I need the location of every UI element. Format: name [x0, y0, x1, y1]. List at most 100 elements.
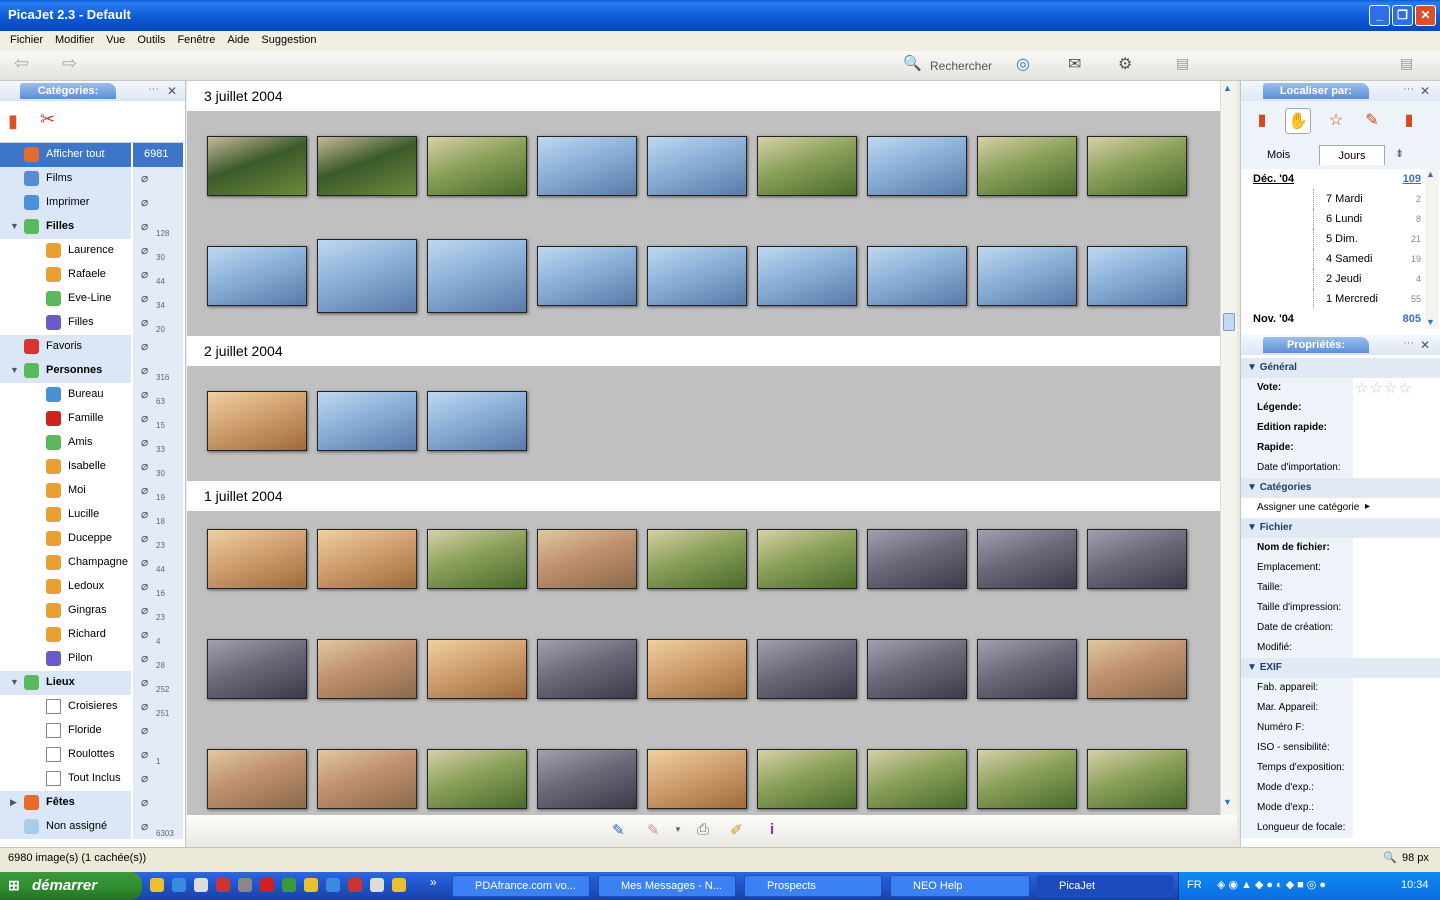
- category-name-cell[interactable]: Imprimer: [0, 191, 131, 215]
- quick-launch-icon[interactable]: [150, 878, 164, 892]
- photo-thumbnail[interactable]: [1087, 749, 1187, 809]
- photo-thumbnail[interactable]: [207, 391, 307, 451]
- photo-thumbnail[interactable]: [757, 639, 857, 699]
- photo-thumbnail[interactable]: [757, 529, 857, 589]
- category-row[interactable]: Filles ⌀ 20: [0, 311, 185, 335]
- quick-launch-icon[interactable]: [370, 878, 384, 892]
- property-row[interactable]: Modifié:: [1241, 638, 1440, 658]
- property-row[interactable]: Nom de fichier:: [1241, 538, 1440, 558]
- photo-thumbnail[interactable]: [207, 246, 307, 306]
- dropdown-icon[interactable]: ⇟: [1395, 147, 1404, 160]
- category-name-cell[interactable]: ▼ Lieux: [0, 671, 131, 695]
- calendar-filter-icon[interactable]: ✋: [1285, 108, 1311, 134]
- start-button[interactable]: ⊞ démarrer: [0, 872, 142, 900]
- property-row[interactable]: Mar. Appareil:: [1241, 698, 1440, 718]
- photo-thumbnail[interactable]: [317, 529, 417, 589]
- quick-launch-icon[interactable]: [392, 878, 406, 892]
- cd-icon[interactable]: ◎: [1016, 54, 1030, 73]
- new-category-icon[interactable]: ▮: [8, 111, 18, 132]
- category-row[interactable]: Gingras ⌀ 23: [0, 599, 185, 623]
- photo-thumbnail[interactable]: [757, 749, 857, 809]
- category-name-cell[interactable]: Croisieres: [0, 695, 131, 719]
- category-row[interactable]: Bureau ⌀ 63: [0, 383, 185, 407]
- date-row[interactable]: 4 Samedi 19: [1241, 249, 1425, 269]
- close-panel-icon[interactable]: ✕: [167, 84, 177, 98]
- category-name-cell[interactable]: ▶ Fêtes: [0, 791, 131, 815]
- layout-icon[interactable]: ▤: [1176, 55, 1189, 73]
- photo-thumbnail[interactable]: [977, 749, 1077, 809]
- collapse-icon[interactable]: ▼: [1247, 522, 1260, 533]
- more-icon[interactable]: »: [430, 875, 437, 889]
- panel-menu-icon[interactable]: ···: [148, 83, 159, 95]
- date-row[interactable]: Déc. '04 109: [1241, 169, 1425, 189]
- quick-launch-icon[interactable]: [282, 878, 296, 892]
- photo-thumbnail[interactable]: [427, 136, 527, 196]
- category-row[interactable]: Eve-Line ⌀ 34: [0, 287, 185, 311]
- search-button[interactable]: Rechercher: [930, 59, 992, 77]
- menu-modifier[interactable]: Modifier: [49, 31, 100, 51]
- photo-thumbnail[interactable]: [537, 529, 637, 589]
- scroll-down-icon[interactable]: ▼: [1223, 797, 1232, 807]
- menu-vue[interactable]: Vue: [100, 31, 131, 51]
- property-row[interactable]: ISO - sensibilité:: [1241, 738, 1440, 758]
- photo-thumbnail[interactable]: [317, 391, 417, 451]
- category-row[interactable]: Ledoux ⌀ 16: [0, 575, 185, 599]
- property-row[interactable]: Taille:: [1241, 578, 1440, 598]
- property-row[interactable]: Mode d'exp.:: [1241, 798, 1440, 818]
- category-row[interactable]: Rafaele ⌀ 44: [0, 263, 185, 287]
- photo-thumbnail[interactable]: [427, 391, 527, 451]
- search-icon[interactable]: 🔍: [903, 54, 922, 72]
- paperclip-icon[interactable]: ⌀: [141, 171, 148, 185]
- category-row[interactable]: Favoris ⌀: [0, 335, 185, 359]
- date-row[interactable]: 7 Mardi 2: [1241, 189, 1425, 209]
- photo-thumbnail[interactable]: [427, 529, 527, 589]
- category-row[interactable]: ▼ Personnes ⌀ 316: [0, 359, 185, 383]
- category-name-cell[interactable]: Eve-Line: [0, 287, 131, 311]
- back-arrow-icon[interactable]: ⇦: [14, 53, 29, 73]
- date-row[interactable]: 6 Lundi 8: [1241, 209, 1425, 229]
- paperclip-icon[interactable]: ⌀: [141, 723, 148, 737]
- photo-thumbnail[interactable]: [977, 639, 1077, 699]
- date-scrollbar[interactable]: ▲ ▼: [1425, 169, 1439, 329]
- photo-thumbnail[interactable]: [867, 136, 967, 196]
- category-name-cell[interactable]: ▼ Personnes: [0, 359, 131, 383]
- category-name-cell[interactable]: Amis: [0, 431, 131, 455]
- panel-menu-icon[interactable]: ···: [1403, 83, 1414, 95]
- paperclip-icon[interactable]: ⌀: [141, 603, 148, 617]
- category-row[interactable]: Films ⌀: [0, 167, 185, 191]
- photo-thumbnail[interactable]: [317, 136, 417, 196]
- web-gallery-icon[interactable]: ⚙: [1118, 54, 1132, 73]
- task-messages[interactable]: Mes Messages - N...: [598, 875, 736, 897]
- tray-icons[interactable]: ◈◉▲◆●◐◆■◎●: [1217, 878, 1329, 891]
- category-row[interactable]: Pilon ⌀ 28: [0, 647, 185, 671]
- photo-thumbnail[interactable]: [537, 136, 637, 196]
- category-row[interactable]: Richard ⌀ 4: [0, 623, 185, 647]
- menu-suggestion[interactable]: Suggestion: [255, 31, 322, 51]
- photo-thumbnail[interactable]: [1087, 246, 1187, 306]
- category-name-cell[interactable]: Roulottes: [0, 743, 131, 767]
- date-row[interactable]: Nov. '04 805: [1241, 309, 1425, 329]
- expand-toggle-icon[interactable]: ▼: [10, 221, 19, 231]
- category-name-cell[interactable]: Famille: [0, 407, 131, 431]
- photo-thumbnail[interactable]: [427, 639, 527, 699]
- category-row[interactable]: Champagne ⌀ 44: [0, 551, 185, 575]
- photo-thumbnail[interactable]: [1087, 529, 1187, 589]
- paperclip-icon[interactable]: ⌀: [141, 459, 148, 473]
- menu-fichier[interactable]: Fichier: [4, 31, 49, 51]
- quick-launch-icon[interactable]: [326, 878, 340, 892]
- photo-thumbnail[interactable]: [647, 529, 747, 589]
- paperclip-icon[interactable]: ⌀: [141, 387, 148, 401]
- menu-aide[interactable]: Aide: [221, 31, 255, 51]
- property-section-header[interactable]: ▼ Général: [1241, 358, 1440, 378]
- menu-outils[interactable]: Outils: [131, 31, 171, 51]
- property-row[interactable]: Longueur de focale:: [1241, 818, 1440, 838]
- category-name-cell[interactable]: Ledoux: [0, 575, 131, 599]
- paperclip-icon[interactable]: ⌀: [141, 675, 148, 689]
- task-neo-help[interactable]: NEO Help: [890, 875, 1030, 897]
- property-row[interactable]: Temps d'exposition:: [1241, 758, 1440, 778]
- tab-jours[interactable]: Jours: [1319, 145, 1385, 165]
- photo-thumbnail[interactable]: [317, 239, 417, 313]
- collapse-icon[interactable]: ▼: [1247, 482, 1260, 493]
- paperclip-icon[interactable]: ⌀: [141, 435, 148, 449]
- category-name-cell[interactable]: Moi: [0, 479, 131, 503]
